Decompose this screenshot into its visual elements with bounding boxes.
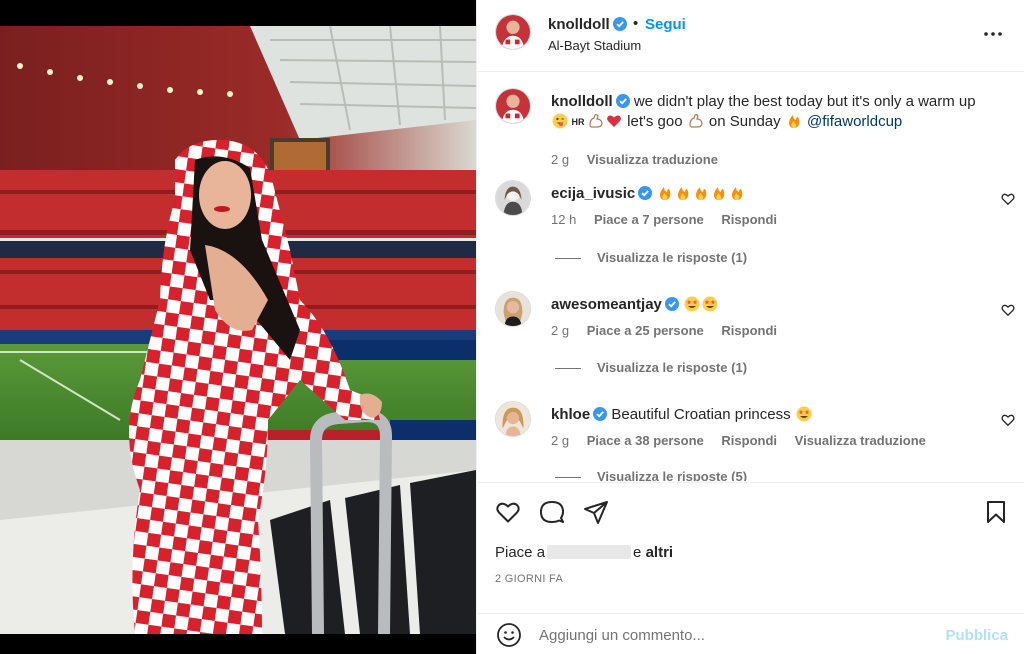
replies-line [555,477,581,479]
caption-username[interactable]: knolldoll [551,93,613,110]
heart-icon[interactable] [495,499,521,525]
caption-text-part2: let's goo [627,113,683,130]
comment-time[interactable]: 12 h [551,212,576,227]
comment-time[interactable]: 2 g [551,433,569,448]
comment-like-icon[interactable] [1001,413,1015,427]
owner-username[interactable]: knolldoll [548,16,627,33]
likes-redacted-user [547,545,632,559]
likes-suffix: e [633,544,642,561]
post-header: knolldoll • Segui Al-Bayt Stadium [477,0,1024,72]
post-time[interactable]: 2 GIORNI FA [495,573,563,585]
svg-text:HR: HR [572,117,585,127]
view-replies-text[interactable]: Visualizza le risposte (1) [597,360,747,375]
comment-avatar[interactable] [495,180,531,216]
caption-text-part1: we didn't play the best today but it's o… [633,93,976,110]
comment-likes[interactable]: Piace a 25 persone [587,323,704,338]
comment-meta: 2 g Piace a 25 persone Rispondi [551,323,791,338]
verified-badge-icon [612,17,627,31]
view-replies-button[interactable]: Visualizza le risposte (1) [555,250,747,265]
comment-username[interactable]: awesomeantjay [551,296,662,313]
caption-meta: 2 g Visualizza traduzione [551,152,732,167]
comment-avatar[interactable] [495,291,531,327]
fire-icon [786,113,802,129]
comment-text: awesomeantjay [551,295,991,315]
post-location[interactable]: Al-Bayt Stadium [548,38,641,53]
comment-likes[interactable]: Piace a 38 persone [587,433,704,448]
post-photo[interactable] [0,0,476,654]
post-details: knolldoll • Segui Al-Bayt Stadium knolld… [476,0,1024,654]
owner-username-text[interactable]: knolldoll [548,16,610,33]
star-struck-icon [702,296,718,312]
replies-line [555,258,581,260]
post-image [0,0,476,654]
publish-button[interactable]: Pubblica [945,627,1008,644]
star-struck-icon [796,406,812,422]
view-replies-text[interactable]: Visualizza le risposte (5) [597,469,747,481]
comment-icon[interactable] [539,499,565,525]
red-heart-icon [606,113,622,129]
comment-input[interactable] [539,623,919,647]
reply-button[interactable]: Rispondi [721,323,777,338]
likes-prefix: Piace a [495,544,546,561]
caption-text: knolldoll we didn't play the best today … [551,92,991,132]
replies-line [555,368,581,370]
likes-others-link[interactable]: altri [646,544,674,561]
caption-text-part3: on Sunday [708,113,781,130]
view-replies-button[interactable]: Visualizza le risposte (5) [555,469,747,481]
caption-avatar[interactable] [495,88,531,124]
flexed-biceps-icon [688,113,704,129]
comment-like-icon[interactable] [1001,303,1015,317]
fire-icon [711,185,727,201]
caption-time[interactable]: 2 g [551,152,569,167]
owner-avatar[interactable] [495,14,531,50]
reply-button[interactable]: Rispondi [721,433,777,448]
hr-flag-icon: HR [570,113,586,129]
comment-meta: 2 g Piace a 38 persone Rispondi Visualiz… [551,433,940,448]
verified-badge-icon [593,407,608,421]
comment-time[interactable]: 2 g [551,323,569,338]
comment-translate-button[interactable]: Visualizza traduzione [795,433,926,448]
share-icon[interactable] [583,499,609,525]
fire-icon [693,185,709,201]
comment-avatar[interactable] [495,401,531,437]
winking-tongue-face-icon [552,113,568,129]
fire-icon [675,185,691,201]
add-comment-bar: Pubblica [477,613,1024,654]
more-horizontal-icon[interactable] [983,24,1003,44]
comment-likes[interactable]: Piace a 7 persone [594,212,704,227]
header-separator: • [633,15,639,32]
comment-username[interactable]: khloe [551,406,590,423]
mention-link[interactable]: @fifaworldcup [807,113,902,130]
comment-username[interactable]: ecija_ivusic [551,185,635,202]
fire-icon [729,185,745,201]
verified-badge-icon [664,297,679,311]
flexed-biceps-icon [588,113,604,129]
star-struck-icon [684,296,700,312]
comment-like-icon[interactable] [1001,192,1015,206]
bookmark-icon[interactable] [983,499,1009,525]
caption-translate-button[interactable]: Visualizza traduzione [587,152,718,167]
comment-text: ecija_ivusic [551,184,991,204]
view-replies-text[interactable]: Visualizza le risposte (1) [597,250,747,265]
action-bar [477,482,1024,542]
verified-badge-icon [638,186,653,200]
follow-button[interactable]: Segui [645,16,686,33]
fire-icon [657,185,673,201]
verified-badge-icon [615,94,630,108]
likes-summary: Piace a e altri [495,544,673,561]
emoji-picker-icon[interactable] [496,622,522,648]
reply-button[interactable]: Rispondi [721,212,777,227]
comment-text: khloe Beautiful Croatian princess [551,405,991,425]
comment-meta: 12 h Piace a 7 persone Rispondi [551,212,791,227]
comments-list[interactable]: knolldoll we didn't play the best today … [477,73,1024,481]
view-replies-button[interactable]: Visualizza le risposte (1) [555,360,747,375]
comment-body: Beautiful Croatian princess [611,406,791,423]
